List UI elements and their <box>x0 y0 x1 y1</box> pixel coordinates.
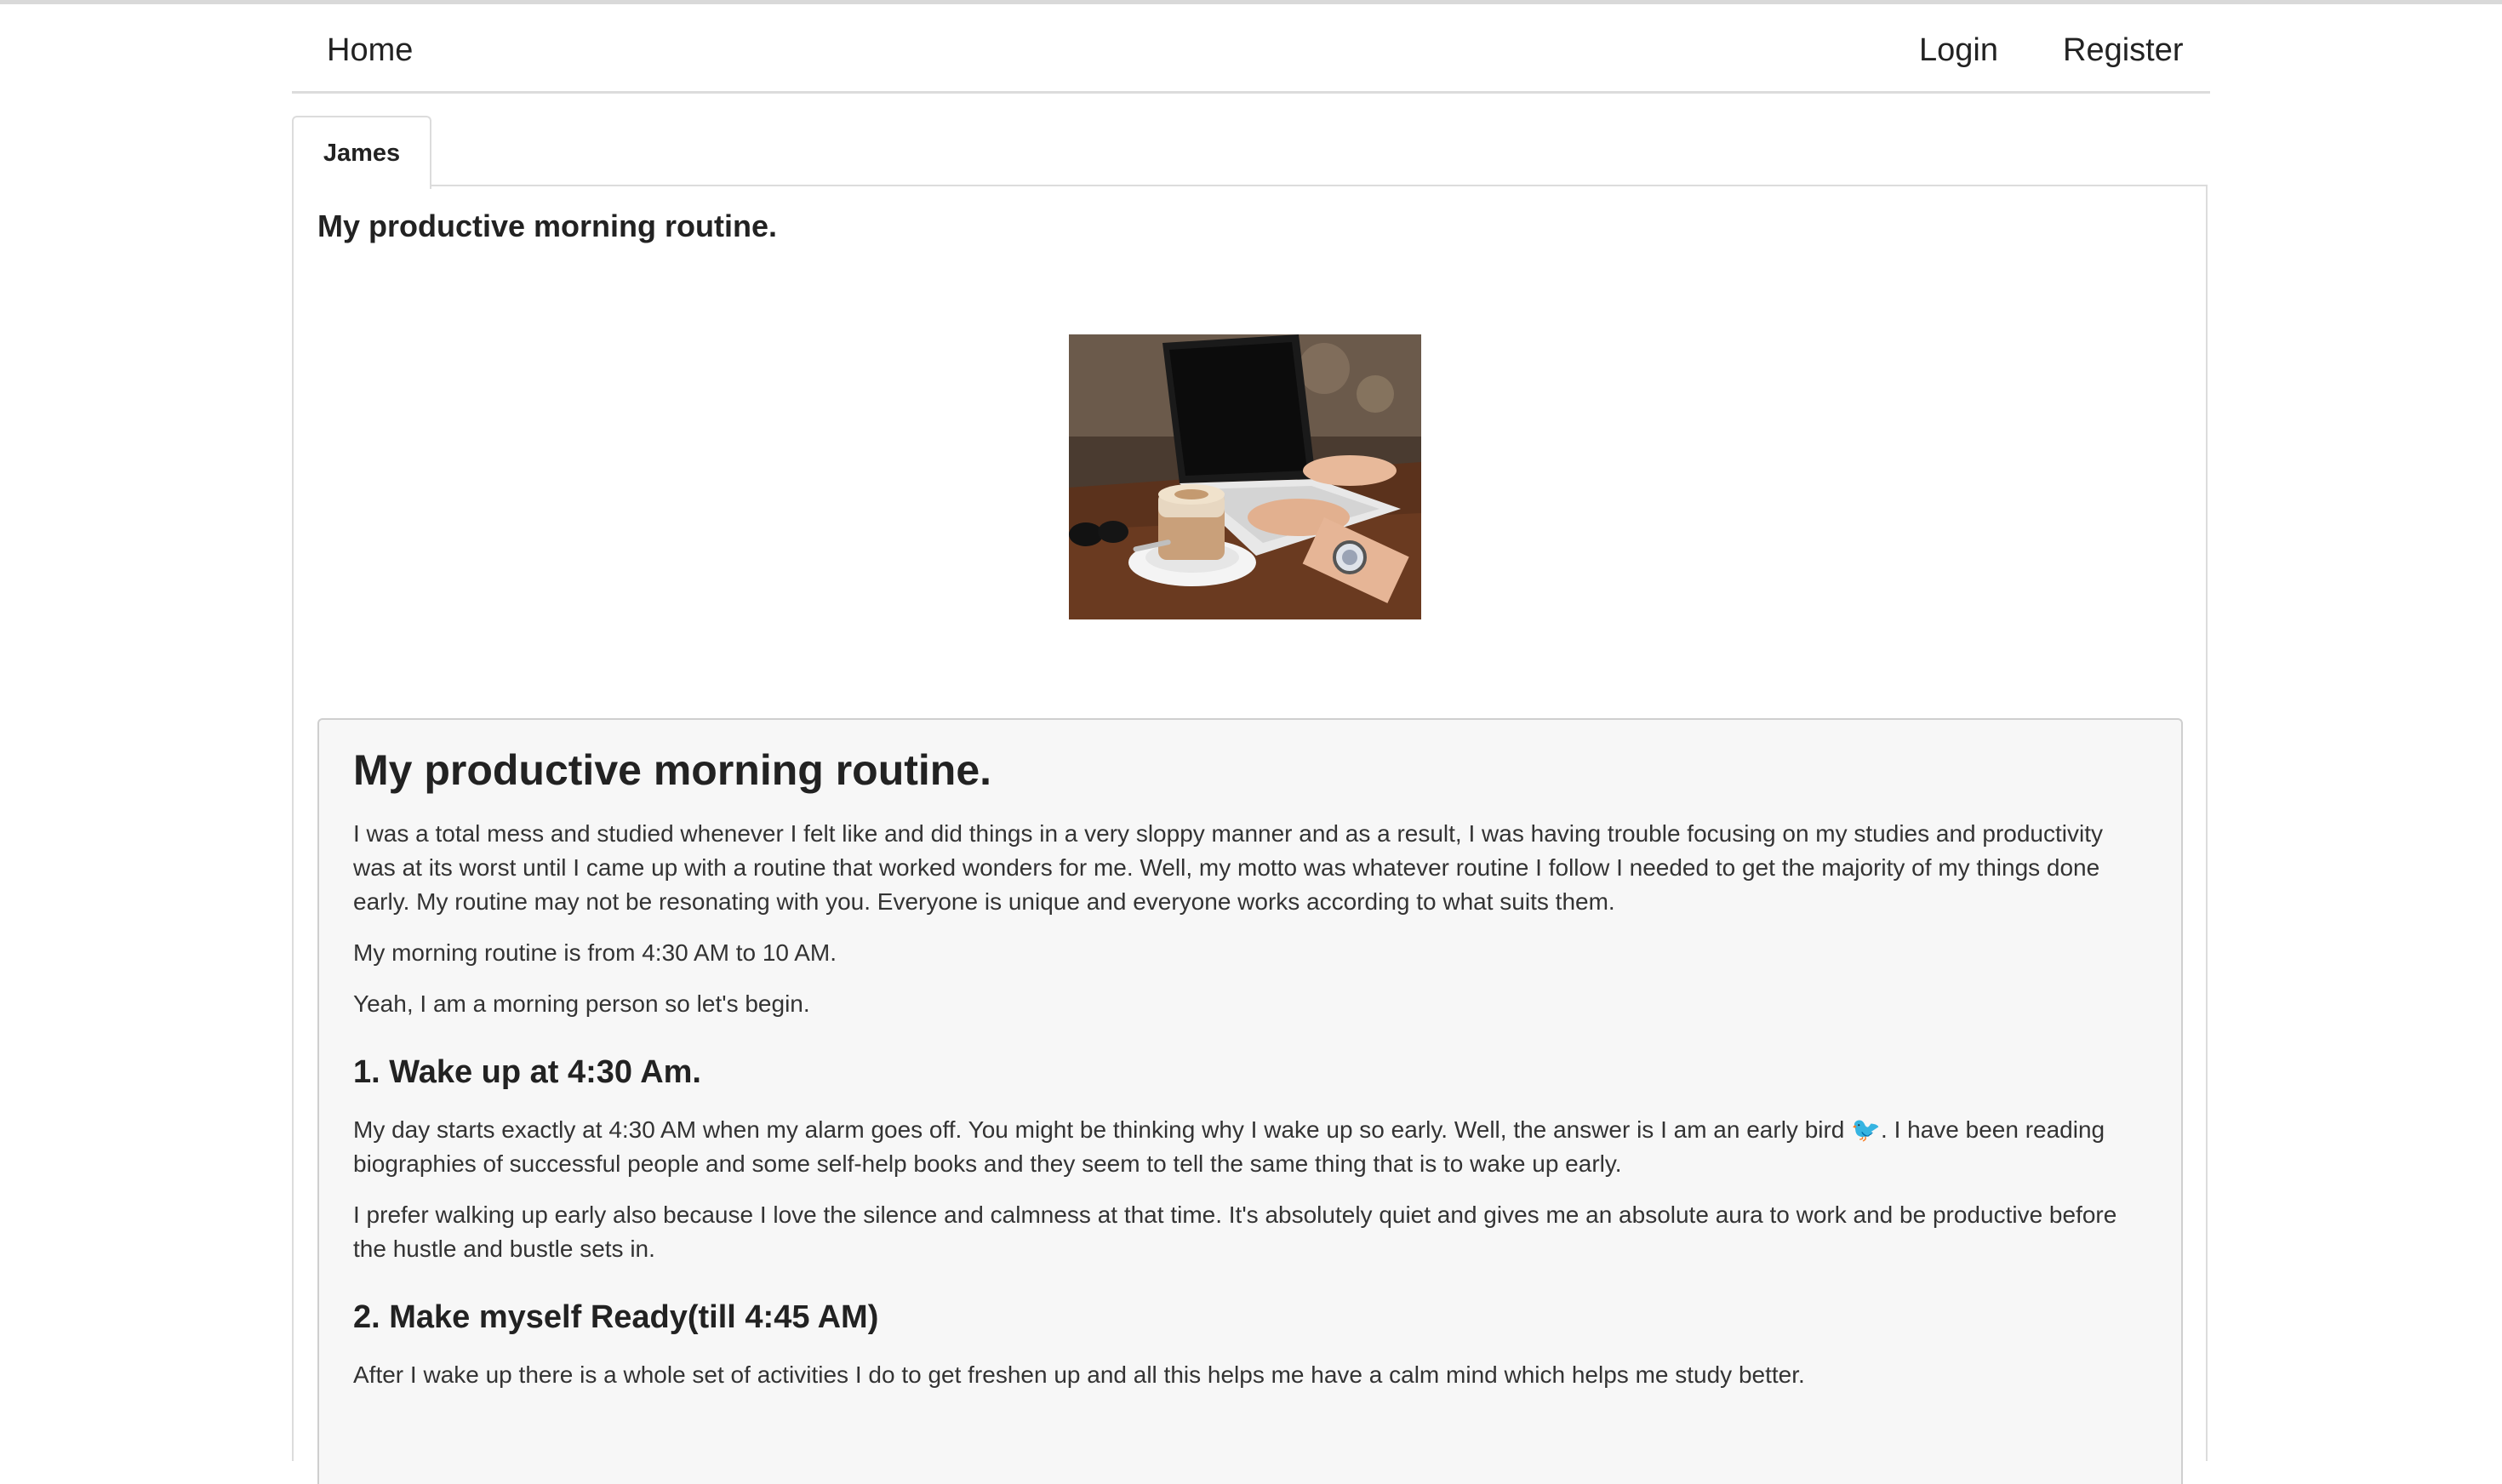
section-1-paragraph-2: I prefer walking up early also because I… <box>353 1201 2117 1262</box>
section-2-paragraph-1: After I wake up there is a whole set of … <box>353 1361 1805 1388</box>
section-1-heading: 1. Wake up at 4:30 Am. <box>353 1054 701 1090</box>
article-heading: My productive morning routine. <box>353 746 992 794</box>
post-title: My productive morning routine. <box>317 208 778 243</box>
laptop-and-coffee-image <box>1069 334 1421 619</box>
nav-register-link[interactable]: Register <box>2063 30 2184 71</box>
article-time-range-paragraph: My morning routine is from 4:30 AM to 10… <box>353 939 837 966</box>
navbar: Home Login Register <box>292 4 2210 94</box>
nav-login-link[interactable]: Login <box>1919 30 1998 71</box>
section-2-heading: 2. Make myself Ready(till 4:45 AM) <box>353 1299 879 1335</box>
article-begin-paragraph: Yeah, I am a morning person so let's beg… <box>353 990 810 1017</box>
article-body: My productive morning routine. I was a t… <box>317 718 2183 1484</box>
nav-home-link[interactable]: Home <box>327 30 413 71</box>
article-intro-paragraph: I was a total mess and studied whenever … <box>353 820 2104 915</box>
tab-author[interactable]: James <box>292 116 431 189</box>
section-1-paragraph-1: My day starts exactly at 4:30 AM when my… <box>353 1116 2105 1177</box>
